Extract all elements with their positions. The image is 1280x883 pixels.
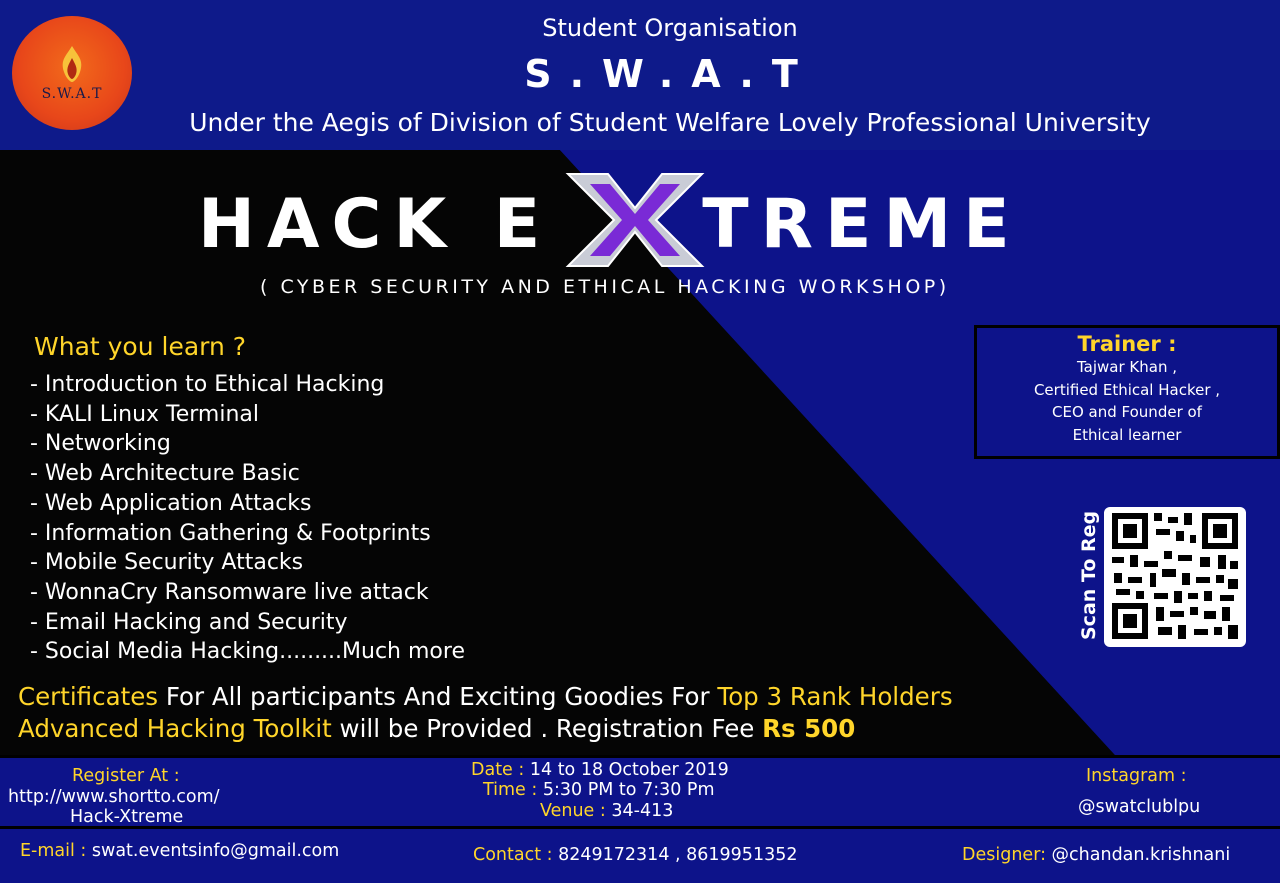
register-label: Register At :: [72, 766, 180, 786]
perk-top3: Top 3 Rank Holders: [717, 682, 953, 711]
aegis-line: Under the Aegis of Division of Student W…: [189, 108, 1151, 137]
list-item: - Web Architecture Basic: [30, 461, 300, 487]
contact-label: Contact :: [473, 845, 553, 865]
list-item: - Social Media Hacking.........Much more: [30, 639, 465, 665]
trainer-heading: Trainer :: [1077, 332, 1177, 356]
designer-value: @chandan.krishnani: [1045, 845, 1231, 865]
title-right: TREME: [702, 185, 1022, 264]
email-label: E-mail :: [20, 841, 87, 861]
trainer-line: CEO and Founder of: [1052, 403, 1202, 421]
trainer-box: Trainer : Tajwar Khan , Certified Ethica…: [974, 325, 1280, 459]
time-value: 5:30 PM to 7:30 Pm: [537, 780, 715, 800]
list-item: - KALI Linux Terminal: [30, 401, 260, 427]
org-name: S.W.A.T: [524, 52, 816, 96]
perks-line-1: Certificates For All participants And Ex…: [18, 682, 953, 711]
list-item: - Introduction to Ethical Hacking: [30, 372, 385, 397]
registration-fee: Rs 500: [762, 714, 856, 743]
venue-value: 34-413: [605, 801, 674, 821]
qr-code[interactable]: [1104, 507, 1246, 647]
email-value[interactable]: swat.eventsinfo@gmail.com: [86, 841, 339, 861]
org-label: Student Organisation: [542, 14, 798, 42]
date-line: Date : 14 to 18 October 2019: [471, 760, 729, 780]
contact-value: 8249172314 , 8619951352: [552, 845, 798, 865]
instagram-label: Instagram :: [1086, 766, 1187, 786]
perk-for-all: For All participants And Exciting Goodie…: [158, 682, 718, 711]
qr-label: Scan To Reg: [1078, 510, 1100, 640]
register-link[interactable]: http://www.shortto.com/: [8, 787, 220, 807]
learn-list: - Introduction to Ethical Hacking - KALI…: [30, 370, 465, 667]
list-item: - Information Gathering & Footprints: [30, 520, 431, 546]
trainer-line: Certified Ethical Hacker ,: [1033, 380, 1221, 399]
perk-provided: will be Provided . Registration Fee: [331, 714, 763, 743]
contact-line: Contact : 8249172314 , 8619951352: [473, 845, 797, 865]
footer-divider: [0, 826, 1280, 829]
list-item: - Mobile Security Attacks: [30, 550, 304, 576]
venue-label: Venue :: [540, 801, 606, 821]
trainer-line: Tajwar Khan ,: [1076, 358, 1177, 376]
designer-line: Designer: @chandan.krishnani: [962, 845, 1230, 865]
list-item: - Web Application Attacks: [30, 490, 312, 516]
instagram-handle[interactable]: @swatclublpu: [1078, 797, 1200, 817]
time-label: Time :: [483, 780, 538, 800]
email-line: E-mail : swat.eventsinfo@gmail.com: [20, 841, 339, 861]
learn-heading: What you learn ?: [34, 332, 247, 361]
date-value: 14 to 18 October 2019: [524, 760, 729, 780]
trainer-line: Ethical learner: [1072, 425, 1182, 444]
header-banner: S.W.A.T Student Organisation S.W.A.T Und…: [0, 0, 1280, 153]
perks-line-2: Advanced Hacking Toolkit will be Provide…: [18, 714, 855, 743]
title-left: HACK E: [198, 185, 553, 264]
qr-code-icon: [1112, 513, 1238, 639]
event-subtitle: ( CYBER SECURITY AND ETHICAL HACKING WOR…: [260, 276, 950, 298]
register-link-path[interactable]: Hack-Xtreme: [70, 807, 183, 827]
perk-certificates: Certificates: [18, 682, 159, 711]
time-line: Time : 5:30 PM to 7:30 Pm: [483, 780, 715, 800]
list-item: - Networking: [30, 431, 171, 457]
venue-line: Venue : 34-413: [540, 801, 673, 821]
date-label: Date :: [471, 760, 525, 780]
perk-toolkit: Advanced Hacking Toolkit: [18, 714, 332, 743]
list-item: - Email Hacking and Security: [30, 609, 348, 635]
x-logo-icon: [565, 173, 705, 267]
list-item: - WonnaCry Ransomware live attack: [30, 579, 429, 605]
designer-label: Designer:: [962, 845, 1046, 865]
